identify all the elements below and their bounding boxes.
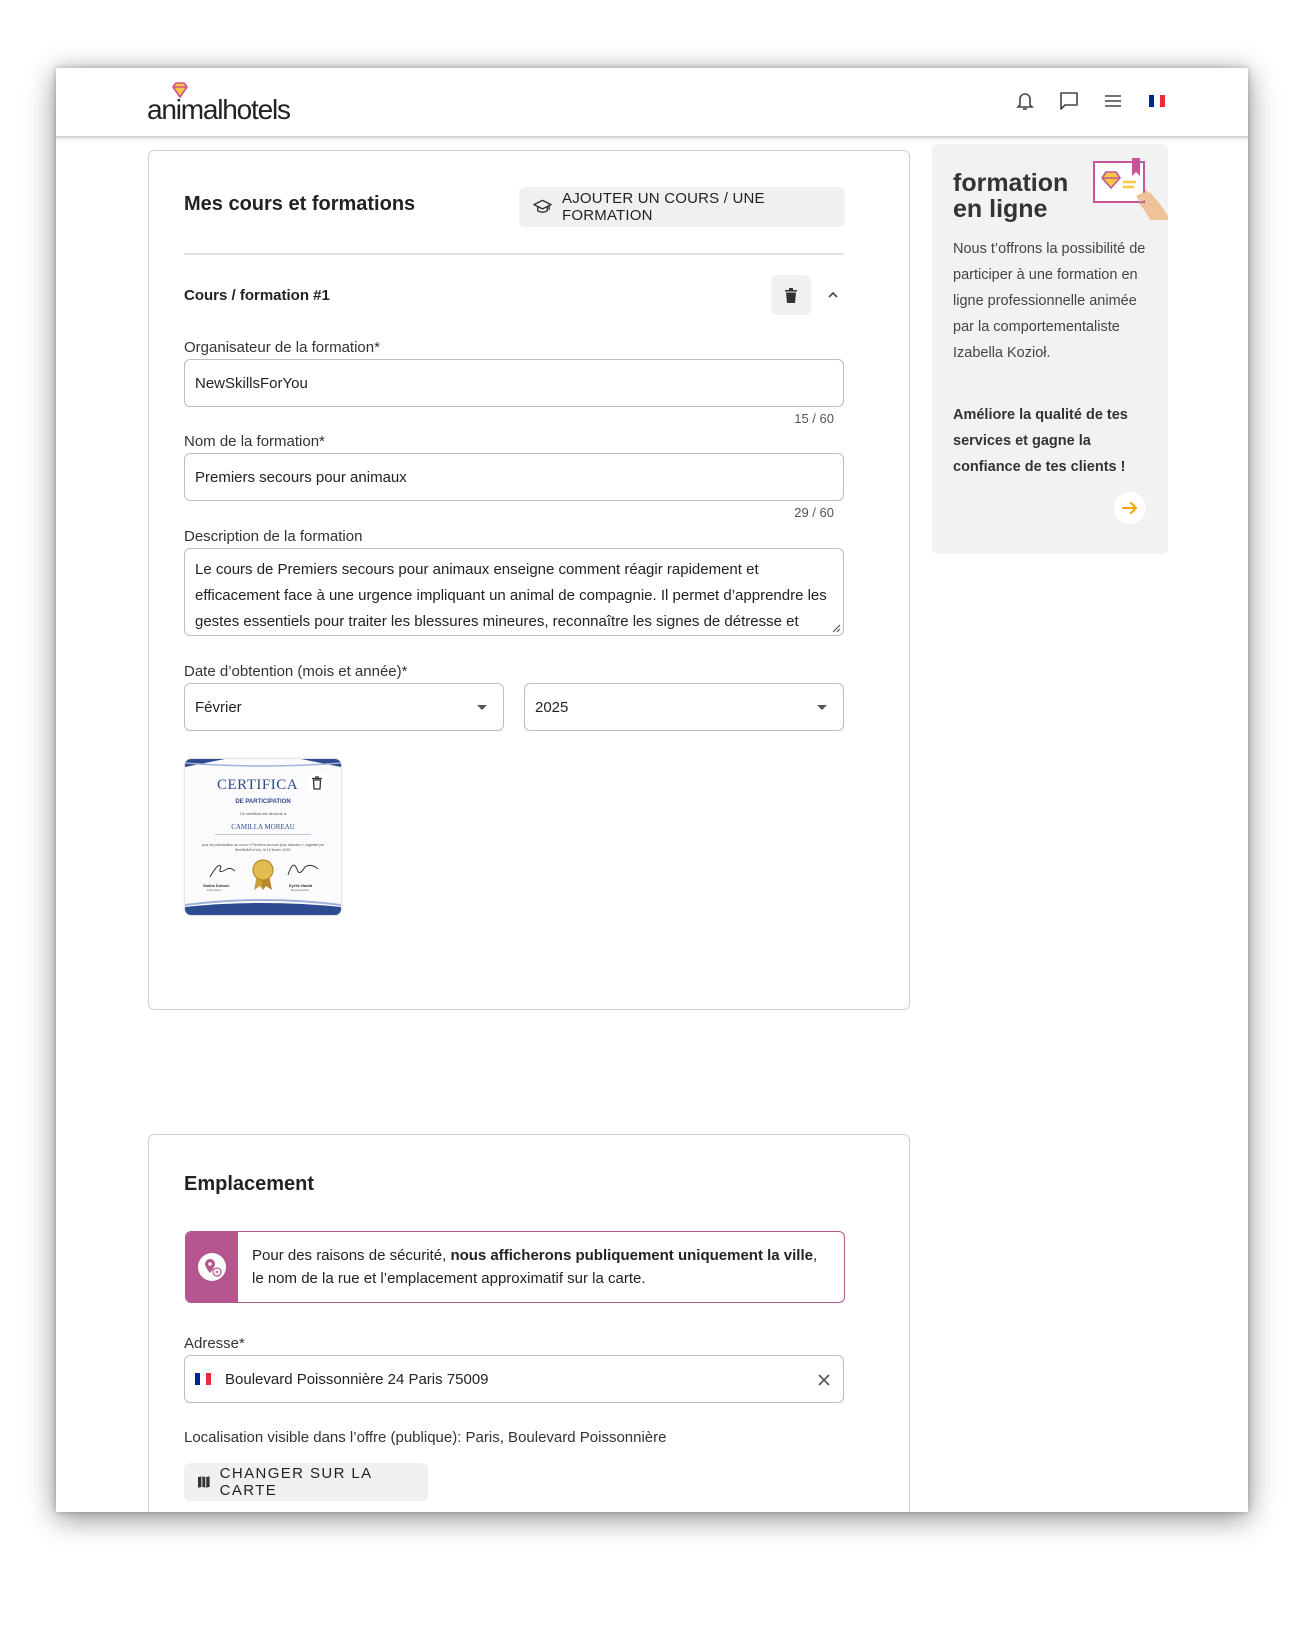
french-flag-icon	[195, 1373, 211, 1385]
year-select[interactable]: 2025	[524, 683, 844, 731]
gold-seal-icon	[252, 859, 274, 890]
certificate-name: CAMILLA MOREAU	[231, 823, 295, 831]
graduation-cap-icon	[533, 199, 552, 213]
signature-left-icon	[209, 864, 236, 878]
trash-icon	[312, 776, 322, 790]
description-label: Description de la formation	[184, 528, 363, 545]
top-header: animalhotels	[56, 68, 1248, 138]
promo-bold-text: Améliore la qualité de tes services et g…	[953, 407, 1128, 475]
visible-location-text: Localisation visible dans l’offre (publi…	[184, 1429, 667, 1446]
signature-right-icon	[287, 864, 319, 876]
clear-icon[interactable]	[817, 1373, 831, 1387]
change-on-map-button[interactable]: CHANGER SUR LA CARTE	[184, 1463, 428, 1501]
french-flag-icon[interactable]	[1146, 90, 1168, 112]
certificate-subtitle: DE PARTICIPATION	[235, 799, 291, 805]
certificate-illustration-icon	[1093, 158, 1168, 220]
arrow-right-icon	[1122, 502, 1137, 514]
description-text: Le cours de Premiers secours pour animau…	[195, 561, 827, 630]
courses-title: Mes cours et formations	[184, 193, 416, 215]
notice-side-bar	[186, 1232, 238, 1302]
logo-text: animalhotels	[147, 94, 291, 125]
promo-arrow-button[interactable]	[1114, 492, 1146, 524]
chat-icon[interactable]	[1058, 90, 1080, 112]
certificate-rule	[215, 834, 311, 835]
date-label: Date d’obtention (mois et année)*	[184, 663, 408, 680]
organizer-label: Organisateur de la formation*	[184, 339, 380, 356]
delete-course-button[interactable]	[771, 275, 811, 315]
menu-icon[interactable]	[1102, 90, 1124, 112]
bell-icon[interactable]	[1014, 90, 1036, 112]
map-icon	[198, 1476, 210, 1488]
promo-title-line1: formation	[953, 169, 1069, 197]
promo-text: Nous t’offrons la possibilité de partici…	[953, 241, 1146, 361]
organizer-counter: 15 / 60	[794, 411, 834, 426]
signature2-role: Représentant	[291, 888, 310, 892]
course-name-label: Nom de la formation*	[184, 433, 325, 450]
certificate-line: Ce certificat est décerné à	[239, 811, 287, 816]
divider	[184, 253, 844, 255]
year-value: 2025	[535, 698, 569, 716]
certificate-thumbnail[interactable]: CERTIFICA DE PARTICIPATION Ce certificat…	[185, 759, 341, 915]
notice-prefix: Pour des raisons de sécurité,	[252, 1247, 451, 1264]
course-item-title: Cours / formation #1	[184, 287, 330, 304]
description-textarea[interactable]: Le cours de Premiers secours pour animau…	[184, 548, 844, 636]
privacy-notice: Pour des raisons de sécurité, nous affic…	[185, 1231, 845, 1303]
notice-bold: nous afficherons publiquement uniquement…	[450, 1247, 813, 1264]
change-on-map-label: CHANGER SUR LA CARTE	[219, 1465, 372, 1499]
promo-title-line2: en ligne	[953, 195, 1048, 223]
month-value: Février	[195, 698, 242, 716]
signature1-role: Formatrice	[207, 888, 222, 892]
resize-handle-icon[interactable]	[831, 623, 841, 633]
course-name-input[interactable]: Premiers secours pour animaux	[184, 453, 844, 501]
trash-icon	[785, 287, 797, 303]
location-title: Emplacement	[184, 1173, 315, 1195]
address-label: Adresse*	[184, 1335, 245, 1352]
certificate-title: CERTIFICA	[217, 777, 299, 793]
courses-card: Mes cours et formations AJOUTER UN COURS…	[148, 150, 910, 1010]
add-course-button[interactable]: AJOUTER UN COURS / UNE FORMATION	[519, 187, 845, 227]
address-value: Boulevard Poissonnière 24 Paris 75009	[225, 1370, 489, 1388]
certificate-body: pour sa participation au cours « Premier…	[201, 843, 325, 852]
notice-text: Pour des raisons de sécurité, nous affic…	[252, 1244, 832, 1290]
promo-title: formation en ligne	[953, 170, 1068, 222]
collapse-chevron-up-icon[interactable]	[825, 287, 841, 303]
course-name-counter: 29 / 60	[794, 505, 834, 520]
location-card: Emplacement Pour des raisons de sécurité…	[148, 1134, 910, 1512]
location-privacy-icon	[198, 1253, 226, 1281]
organizer-input[interactable]: NewSkillsForYou	[184, 359, 844, 407]
online-training-promo[interactable]: formation en ligne Nous t’offrons la pos…	[932, 144, 1168, 554]
add-course-label: AJOUTER UN COURS / UNE FORMATION	[562, 190, 765, 224]
address-input[interactable]: Boulevard Poissonnière 24 Paris 75009	[184, 1355, 844, 1403]
caret-down-icon	[477, 705, 487, 710]
app-window: animalhotels Mes cours et formations AJO…	[56, 68, 1248, 1512]
delete-certificate-button[interactable]	[307, 773, 327, 793]
month-select[interactable]: Février	[184, 683, 504, 731]
caret-down-icon	[817, 705, 827, 710]
